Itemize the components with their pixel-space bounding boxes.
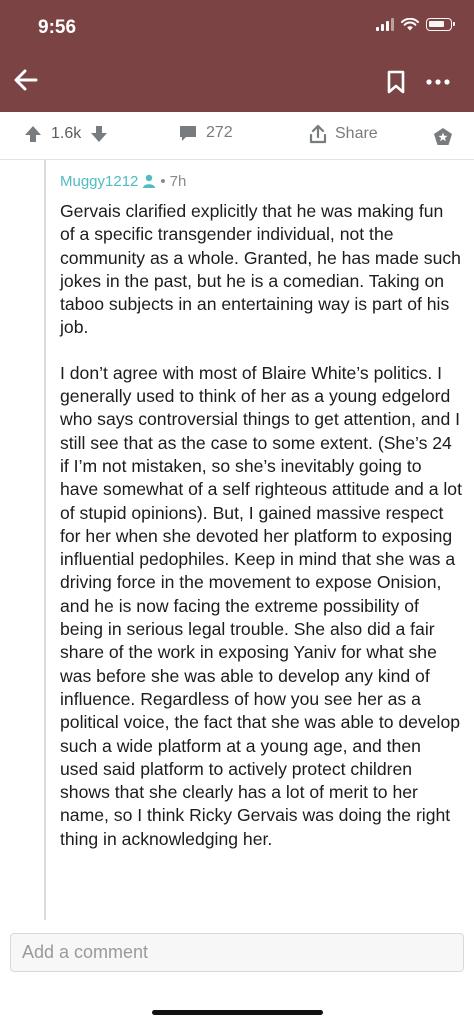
vote-group: 1.6k xyxy=(23,124,109,144)
downvote-icon[interactable] xyxy=(89,124,109,144)
thread-line[interactable] xyxy=(44,160,46,920)
share-icon xyxy=(309,124,327,144)
status-time: 9:56 xyxy=(38,17,77,38)
post-action-bar: 1.6k 272 Share xyxy=(0,112,474,160)
wifi-icon xyxy=(401,18,419,31)
award-star-icon xyxy=(434,128,452,145)
back-button[interactable] xyxy=(10,64,42,96)
upvote-icon[interactable] xyxy=(23,124,43,144)
comment-paragraph: I don’t agree with most of Blaire White’… xyxy=(60,362,462,849)
battery-icon xyxy=(426,18,455,31)
share-label: Share xyxy=(335,125,378,142)
comment-meta: Muggy1212 • 7h xyxy=(60,170,462,192)
more-options-button[interactable] xyxy=(424,70,452,94)
home-indicator[interactable] xyxy=(152,1010,323,1015)
comment-time: 7h xyxy=(169,172,187,190)
vote-count: 1.6k xyxy=(51,125,82,142)
comment-count: 272 xyxy=(206,124,233,141)
app-header: 9:56 xyxy=(0,0,474,112)
arrow-left-icon xyxy=(14,69,38,91)
bookmark-button[interactable] xyxy=(384,68,408,96)
comment-bubble-icon xyxy=(180,126,196,141)
status-icons xyxy=(376,18,455,31)
comment-author[interactable]: Muggy1212 xyxy=(60,173,138,190)
comment-input[interactable] xyxy=(22,942,463,963)
comments-button[interactable]: 272 xyxy=(178,124,233,142)
user-profile-icon xyxy=(143,174,156,188)
comment-paragraph: Gervais clarified explicitly that he was… xyxy=(60,201,461,338)
award-button[interactable] xyxy=(432,126,454,148)
share-button[interactable]: Share xyxy=(309,124,378,144)
more-dots-icon xyxy=(426,79,450,85)
comment-composer[interactable] xyxy=(10,933,464,972)
signal-icon xyxy=(376,18,394,31)
comment: Muggy1212 • 7h Gervais clarified explici… xyxy=(60,170,462,851)
bookmark-icon xyxy=(387,70,405,94)
meta-separator: • xyxy=(160,172,166,190)
